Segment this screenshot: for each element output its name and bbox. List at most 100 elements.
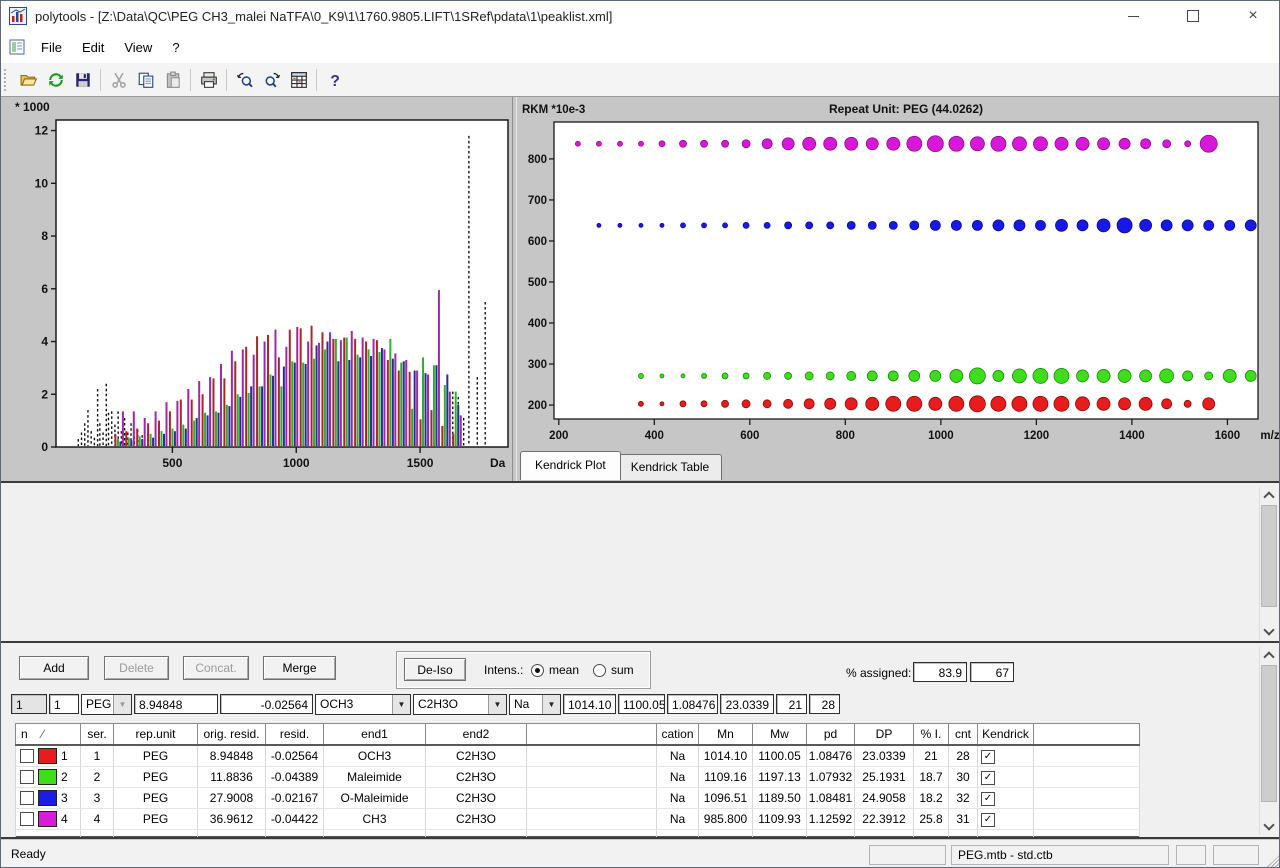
edit-field-7[interactable]: Na▼ bbox=[509, 694, 561, 715]
tab-kendrick-table[interactable]: Kendrick Table bbox=[618, 454, 723, 480]
edit-field-0[interactable]: 1 bbox=[11, 694, 47, 714]
edit-field-13[interactable]: 28 bbox=[809, 694, 840, 714]
kendrick-plot-chart[interactable]: RKM *10e-3Repeat Unit: PEG (44.0262)2003… bbox=[516, 97, 1280, 485]
save-icon[interactable] bbox=[69, 67, 96, 93]
toolbar-separator bbox=[190, 69, 191, 91]
menu-help[interactable]: ? bbox=[162, 36, 189, 59]
edit-field-4[interactable]: -0.02564 bbox=[220, 694, 313, 714]
table-row-series-2[interactable]: 22PEG11.8836-0.04389MaleimideC2H3ONa1109… bbox=[16, 767, 1140, 788]
column-header-Mw[interactable]: Mw bbox=[753, 724, 807, 746]
column-header-resid.[interactable]: resid. bbox=[266, 724, 324, 746]
chevron-down-icon: ▼ bbox=[542, 695, 560, 714]
help-icon[interactable]: ? bbox=[321, 67, 348, 93]
svg-text:8: 8 bbox=[41, 229, 48, 243]
column-header-end2[interactable]: end2 bbox=[426, 724, 527, 746]
resize-grip[interactable] bbox=[1266, 855, 1279, 868]
series-color-swatch bbox=[38, 790, 57, 806]
column-header-cnt[interactable]: cnt bbox=[949, 724, 978, 746]
column-header-rep.unit[interactable]: rep.unit bbox=[114, 724, 198, 746]
scroll-up-icon[interactable] bbox=[1260, 647, 1277, 664]
scroll-down-icon[interactable] bbox=[1260, 818, 1277, 835]
toolbar-grip[interactable] bbox=[4, 69, 11, 91]
row-checkbox[interactable] bbox=[20, 812, 34, 826]
edit-field-2[interactable]: PEG▼ bbox=[81, 694, 132, 715]
svg-text:400: 400 bbox=[528, 318, 547, 330]
column-header-end1[interactable]: end1 bbox=[324, 724, 426, 746]
menu-edit[interactable]: Edit bbox=[72, 36, 114, 59]
table-row-series-3[interactable]: 33PEG27.9008-0.02167O-MaleimideC2H3ONa10… bbox=[16, 788, 1140, 809]
row-checkbox[interactable] bbox=[20, 749, 34, 763]
params-scrollbar[interactable] bbox=[1259, 487, 1277, 640]
svg-text:0: 0 bbox=[41, 440, 48, 454]
table-row-series-4[interactable]: 44PEG36.9612-0.04422CH3C2H3ONa985.800110… bbox=[16, 809, 1140, 830]
deiso-button[interactable]: De-Iso bbox=[404, 658, 466, 681]
column-header-blank[interactable] bbox=[1034, 724, 1140, 746]
concat-button[interactable]: Concat. bbox=[183, 656, 249, 680]
peaklist-scrollbar[interactable] bbox=[1259, 647, 1277, 835]
window-maximize-button[interactable] bbox=[1171, 2, 1215, 30]
column-header-Mn[interactable]: Mn bbox=[699, 724, 753, 746]
toolbar-separator bbox=[100, 69, 101, 91]
svg-text:2: 2 bbox=[41, 387, 48, 401]
merge-button[interactable]: Merge bbox=[263, 656, 336, 680]
chevron-down-icon: ▼ bbox=[392, 695, 410, 714]
open-icon[interactable] bbox=[15, 67, 42, 93]
column-header-DP[interactable]: DP bbox=[855, 724, 914, 746]
column-header-blank[interactable] bbox=[527, 724, 657, 746]
edit-field-10[interactable]: 1.08476 bbox=[667, 694, 718, 714]
status-bar: Ready PEG.mtb - std.ctb bbox=[1, 839, 1280, 868]
table-row-series-1[interactable]: 11PEG8.94848-0.02564OCH3C2H3ONa1014.1011… bbox=[16, 745, 1140, 767]
kendrick-checkbox[interactable]: ✓ bbox=[981, 771, 995, 785]
charts-area: * 100002468101250010001500Da RKM *10e-3R… bbox=[1, 96, 1280, 482]
row-checkbox[interactable] bbox=[20, 770, 34, 784]
column-header-orig. resid.[interactable]: orig. resid. bbox=[198, 724, 266, 746]
refresh-icon[interactable] bbox=[42, 67, 69, 93]
edit-field-6[interactable]: C2H3O▼ bbox=[413, 694, 507, 715]
intens-sum-radio[interactable] bbox=[593, 664, 606, 677]
print-icon[interactable] bbox=[195, 67, 222, 93]
chevron-down-icon: ▼ bbox=[488, 695, 506, 714]
svg-text:400: 400 bbox=[645, 430, 664, 442]
cut-icon[interactable] bbox=[105, 67, 132, 93]
column-header-% I.[interactable]: % I. bbox=[914, 724, 949, 746]
edit-field-3[interactable]: 8.94848 bbox=[134, 694, 218, 714]
edit-field-1[interactable]: 1 bbox=[49, 694, 79, 714]
column-header-Kendrick[interactable]: Kendrick bbox=[978, 724, 1034, 746]
mass-spectrum-chart[interactable]: * 100002468101250010001500Da bbox=[1, 97, 514, 485]
edit-field-11[interactable]: 23.0339 bbox=[720, 694, 774, 714]
column-header-pd[interactable]: pd bbox=[807, 724, 855, 746]
svg-text:12: 12 bbox=[35, 124, 49, 138]
scroll-up-icon[interactable] bbox=[1260, 487, 1277, 504]
edit-field-5[interactable]: OCH3▼ bbox=[315, 694, 411, 715]
scrollbar-thumb[interactable] bbox=[1261, 665, 1277, 802]
edit-field-12[interactable]: 21 bbox=[776, 694, 807, 714]
add-button[interactable]: Add bbox=[19, 656, 89, 680]
scroll-down-icon[interactable] bbox=[1260, 623, 1277, 640]
peak-series-table: n∕ser.rep.unitorig. resid.resid.end1end2… bbox=[15, 723, 1140, 837]
paste-icon[interactable] bbox=[159, 67, 186, 93]
delete-button[interactable]: Delete bbox=[104, 656, 169, 680]
window-close-button[interactable]: × bbox=[1231, 2, 1275, 30]
menu-view[interactable]: View bbox=[114, 36, 162, 59]
edit-field-8[interactable]: 1014.10 bbox=[563, 694, 616, 714]
column-header-n[interactable]: n∕ bbox=[16, 724, 81, 746]
kendrick-checkbox[interactable]: ✓ bbox=[981, 792, 995, 806]
kendrick-checkbox[interactable]: ✓ bbox=[981, 813, 995, 827]
peak-table-icon[interactable] bbox=[285, 67, 312, 93]
zoom-redo-icon[interactable] bbox=[258, 67, 285, 93]
svg-text:500: 500 bbox=[162, 456, 182, 470]
status-file-panel: PEG.mtb - std.ctb bbox=[951, 845, 1169, 865]
kendrick-checkbox[interactable]: ✓ bbox=[981, 750, 995, 764]
tab-kendrick-plot[interactable]: Kendrick Plot bbox=[520, 451, 621, 480]
menu-file[interactable]: File bbox=[31, 36, 72, 59]
zoom-undo-icon[interactable] bbox=[231, 67, 258, 93]
edit-field-9[interactable]: 1100.05 bbox=[618, 694, 665, 714]
column-header-ser.[interactable]: ser. bbox=[81, 724, 114, 746]
intens-mean-radio[interactable] bbox=[531, 664, 544, 677]
app-icon bbox=[9, 7, 27, 25]
copy-icon[interactable] bbox=[132, 67, 159, 93]
column-header-cation[interactable]: cation bbox=[657, 724, 699, 746]
scrollbar-thumb[interactable] bbox=[1261, 505, 1277, 607]
row-checkbox[interactable] bbox=[20, 791, 34, 805]
window-minimize-button[interactable] bbox=[1111, 2, 1155, 30]
